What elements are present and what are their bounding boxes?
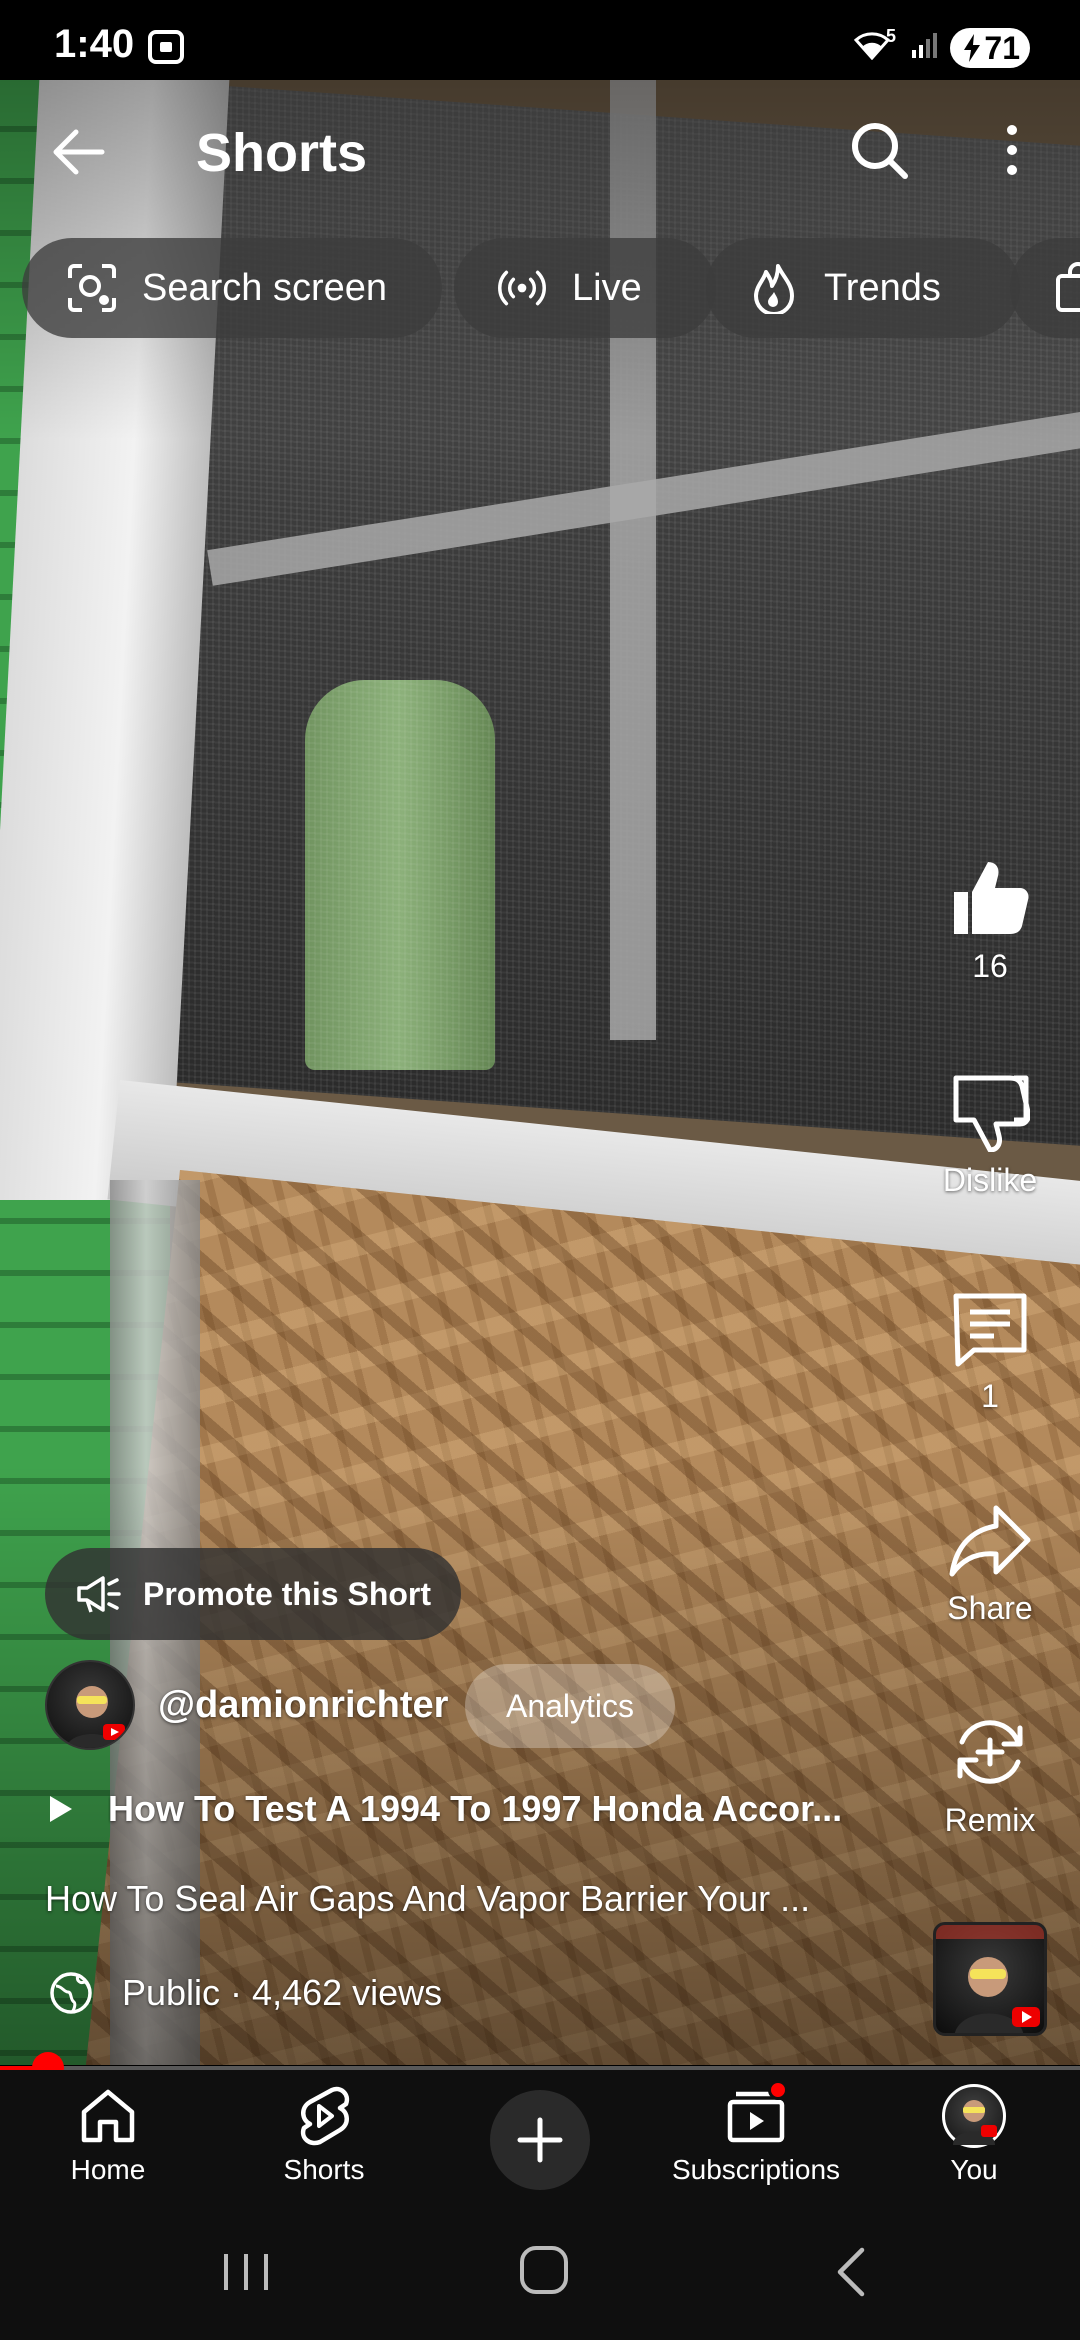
channel-handle[interactable]: @damionrichter — [158, 1684, 448, 1727]
analytics-button[interactable]: Analytics — [465, 1664, 675, 1748]
related-video-link[interactable]: How To Test A 1994 To 1997 Honda Accor..… — [48, 1782, 888, 1836]
chip-search-screen[interactable]: Search screen — [22, 238, 442, 338]
comments-button[interactable]: 1 — [915, 1288, 1065, 1415]
play-icon — [50, 1796, 72, 1822]
like-button[interactable]: 16 — [915, 858, 1065, 985]
related-video-title: How To Test A 1994 To 1997 Honda Accor..… — [108, 1788, 843, 1829]
nav-you[interactable]: You — [884, 2084, 1064, 2186]
remix-button[interactable]: Remix — [915, 1712, 1065, 1839]
you-avatar-image — [953, 2100, 997, 2145]
megaphone-icon — [77, 1576, 121, 1613]
battery-indicator: 71 — [950, 28, 1030, 68]
dislike-label: Dislike — [942, 1162, 1038, 1198]
wifi-band-label: 5 — [886, 26, 897, 46]
new-content-dot — [768, 2080, 788, 2100]
system-navigation-bar — [0, 2200, 1080, 2340]
globe-icon — [50, 1972, 92, 2014]
remix-label: Remix — [944, 1802, 1036, 1838]
shorts-icon — [300, 2086, 350, 2146]
live-icon — [498, 270, 546, 306]
back-arrow-icon[interactable] — [44, 118, 112, 186]
comment-icon — [953, 1293, 1027, 1367]
shopping-bag-icon — [1056, 262, 1080, 312]
create-icon — [517, 2117, 563, 2163]
charging-bolt-icon — [964, 34, 980, 62]
search-icon[interactable] — [845, 116, 913, 184]
bottom-navigation: Home Shorts Subscriptions You — [0, 2070, 1080, 2200]
status-bar: 1:40 5 71 — [0, 0, 1080, 80]
sound-thumbnail[interactable] — [933, 1922, 1047, 2036]
share-arrow-icon — [949, 1505, 1031, 1577]
nav-label: Subscriptions — [671, 2154, 841, 2185]
video-title[interactable]: How To Seal Air Gaps And Vapor Barrier Y… — [45, 1878, 875, 1920]
nav-subscriptions[interactable]: Subscriptions — [666, 2080, 846, 2186]
signal-icon — [912, 33, 937, 58]
dislike-button[interactable]: Dislike — [915, 1072, 1065, 1199]
create-button[interactable] — [490, 2090, 590, 2190]
promote-short-button[interactable]: Promote this Short — [45, 1548, 461, 1640]
visibility-row: Public · 4,462 views — [48, 1970, 442, 2016]
visibility-and-views: Public · 4,462 views — [122, 1972, 443, 2013]
remix-icon — [957, 1720, 1023, 1784]
chip-label: Trends — [824, 266, 941, 309]
nav-label: You — [950, 2154, 998, 2185]
chip-label: Search screen — [142, 266, 388, 309]
share-label: Share — [947, 1590, 1033, 1626]
nav-shorts[interactable]: Shorts — [234, 2084, 414, 2186]
chip-label: Live — [572, 266, 642, 309]
system-home-icon[interactable] — [520, 2246, 568, 2294]
thumbs-down-icon — [953, 1075, 1030, 1152]
thumbs-up-icon — [954, 862, 1029, 934]
chip-trends[interactable]: Trends — [706, 238, 1020, 338]
page-title: Shorts — [196, 123, 368, 183]
more-options-icon[interactable] — [995, 116, 1029, 184]
trends-icon — [754, 264, 794, 314]
channel-avatar[interactable] — [45, 1660, 135, 1750]
nav-label: Shorts — [283, 2154, 365, 2185]
nav-label: Home — [70, 2154, 146, 2185]
battery-level: 71 — [984, 30, 1020, 66]
avatar-image — [65, 1686, 125, 1748]
nav-home[interactable]: Home — [18, 2084, 198, 2186]
recent-apps-icon[interactable] — [216, 2250, 276, 2294]
sound-thumbnail-image — [936, 1925, 1044, 2033]
promote-label: Promote this Short — [143, 1575, 432, 1612]
status-time: 1:40 — [54, 22, 135, 66]
chip-live[interactable]: Live — [454, 238, 716, 338]
home-icon — [81, 2089, 135, 2143]
screenshot-icon — [148, 30, 184, 64]
comment-count: 1 — [981, 1378, 999, 1414]
avatar — [942, 2084, 1006, 2148]
like-count: 16 — [972, 948, 1008, 984]
search-screen-icon — [68, 264, 116, 312]
system-back-icon[interactable] — [826, 2246, 874, 2298]
share-button[interactable]: Share — [915, 1500, 1065, 1627]
